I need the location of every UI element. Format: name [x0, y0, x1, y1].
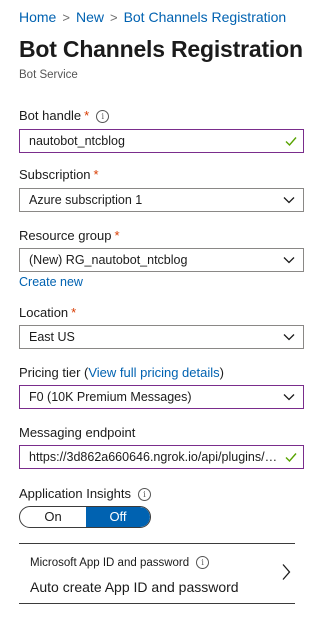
info-icon[interactable]: i: [138, 488, 152, 501]
application-insights-toggle: On Off: [19, 506, 151, 528]
breadcrumb-separator: >: [62, 10, 70, 25]
pricing-tier-label: Pricing tier (View full pricing details): [19, 365, 224, 380]
required-marker: *: [93, 167, 99, 182]
breadcrumb-home[interactable]: Home: [19, 9, 56, 25]
messaging-endpoint-input[interactable]: https://3d862a660646.ngrok.io/api/plugin…: [19, 445, 304, 469]
create-new-link-wrap: Create new: [19, 273, 83, 291]
bot-handle-input[interactable]: nautobot_ntcblog: [19, 129, 304, 153]
info-icon[interactable]: i: [196, 556, 210, 569]
checkmark-icon: [285, 446, 297, 468]
chevron-down-icon: [283, 326, 295, 348]
app-id-label: Microsoft App ID and password i: [30, 556, 210, 569]
resource-group-select[interactable]: (New) RG_nautobot_ntcblog: [19, 248, 304, 272]
toggle-off-option[interactable]: Off: [86, 507, 150, 527]
location-select[interactable]: East US: [19, 325, 304, 349]
info-icon[interactable]: i: [96, 110, 110, 123]
messaging-endpoint-label: Messaging endpoint: [19, 425, 136, 440]
chevron-down-icon: [283, 249, 295, 271]
divider: [19, 603, 295, 604]
application-insights-label: Application Insights i: [19, 486, 152, 501]
checkmark-icon: [285, 130, 297, 152]
create-new-link[interactable]: Create new: [19, 275, 83, 289]
app-id-value[interactable]: Auto create App ID and password: [30, 579, 239, 595]
breadcrumb-bot-channels-registration[interactable]: Bot Channels Registration: [124, 9, 287, 25]
resource-group-label: Resource group *: [19, 228, 120, 243]
toggle-on-option[interactable]: On: [20, 507, 86, 527]
required-marker: *: [84, 108, 90, 123]
location-label: Location *: [19, 305, 77, 320]
required-marker: *: [71, 305, 77, 320]
breadcrumb: Home > New > Bot Channels Registration: [19, 9, 286, 25]
page-title: Bot Channels Registration: [19, 36, 303, 62]
view-pricing-details-link[interactable]: View full pricing details: [88, 365, 219, 380]
chevron-down-icon: [283, 189, 295, 211]
divider: [19, 543, 295, 544]
breadcrumb-separator: >: [109, 10, 118, 25]
subscription-label: Subscription *: [19, 167, 99, 182]
required-marker: *: [114, 228, 120, 243]
page-subtitle: Bot Service: [19, 69, 78, 81]
chevron-down-icon: [283, 386, 295, 408]
breadcrumb-new[interactable]: New: [76, 9, 104, 25]
subscription-select[interactable]: Azure subscription 1: [19, 188, 304, 212]
bot-handle-label: Bot handle * i: [19, 108, 110, 123]
pricing-tier-select[interactable]: F0 (10K Premium Messages): [19, 385, 304, 409]
chevron-right-icon[interactable]: [281, 563, 291, 586]
